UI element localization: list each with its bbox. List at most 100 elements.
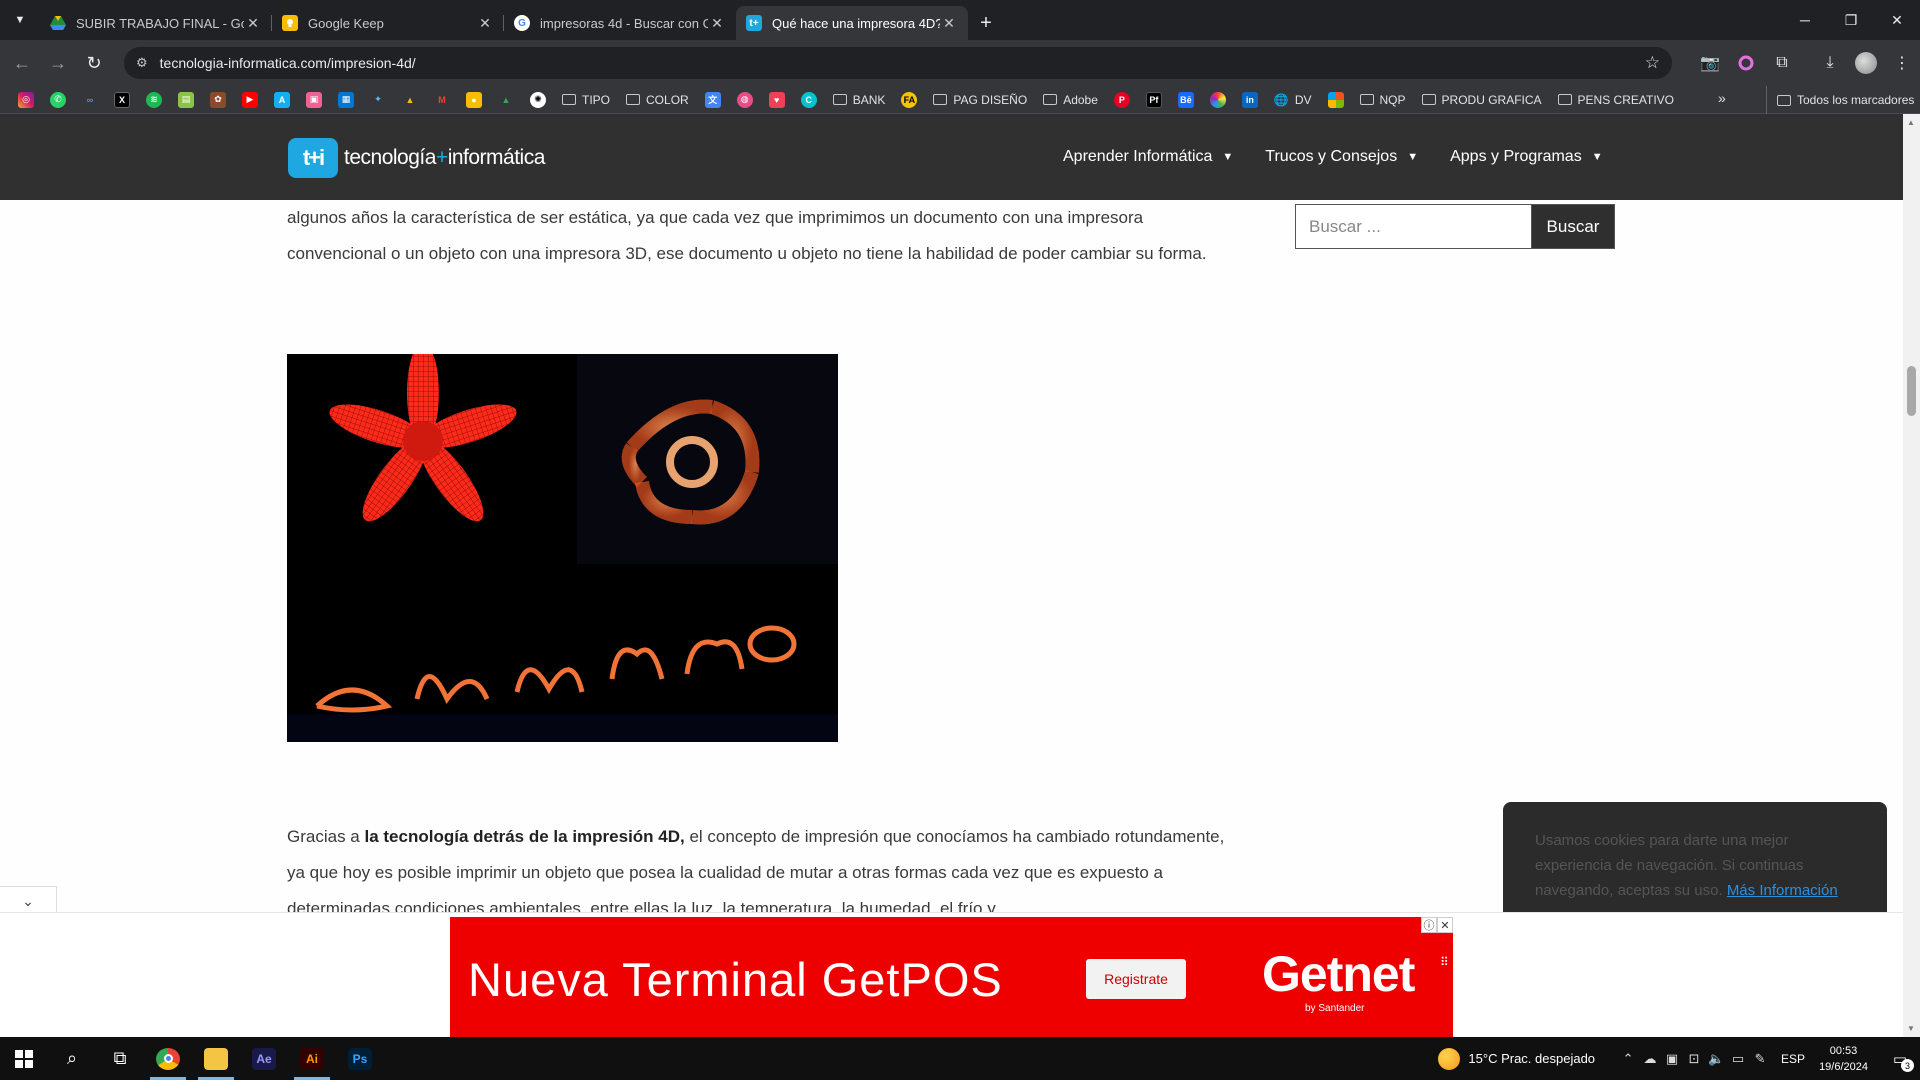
whatsapp-icon[interactable]: ✆ [50, 91, 66, 108]
x-icon[interactable]: X [114, 91, 130, 108]
close-icon[interactable]: ✕ [244, 15, 262, 32]
nav-trucos-y-consejos[interactable]: Trucos y Consejos ▼ [1265, 148, 1418, 166]
cookie-notice: Usamos cookies para darte una mejor expe… [1503, 802, 1887, 917]
gmail-icon[interactable]: M [434, 92, 450, 108]
pen-icon[interactable]: ✎ [1749, 1051, 1771, 1067]
ad-register-button[interactable]: Registrate [1086, 959, 1186, 999]
camera-extension-icon[interactable]: 📷 [1692, 45, 1728, 81]
canva-icon[interactable]: C [800, 91, 817, 108]
color-wheel-icon[interactable] [1209, 91, 1226, 108]
outlook-icon[interactable]: ▦ [338, 91, 354, 108]
taskbar-file-explorer[interactable] [192, 1037, 240, 1080]
bookmarks-overflow-icon[interactable]: » [1718, 90, 1726, 106]
close-icon[interactable]: ✕ [476, 15, 494, 32]
meta-icon[interactable]: ∞ [82, 92, 98, 108]
bookmark-folder-bank[interactable]: BANK [832, 93, 885, 107]
bookmark-folder-produ-grafica[interactable]: PRODU GRAFICA [1421, 93, 1542, 107]
microsoft-icon[interactable] [1327, 91, 1344, 108]
start-button[interactable] [0, 1037, 48, 1080]
network-icon[interactable]: ⊡ [1683, 1051, 1705, 1067]
taskbar-photoshop[interactable]: Ps [336, 1037, 384, 1080]
taskbar-illustrator[interactable]: Ai [288, 1037, 336, 1080]
chatgpt-icon[interactable]: ✺ [530, 91, 546, 108]
tab-search-button[interactable]: ▼ [0, 0, 40, 40]
google-drive-icon[interactable]: ▲ [402, 92, 418, 108]
bookmark-folder-color[interactable]: COLOR [626, 93, 689, 107]
ad-banner-getnet[interactable]: Nueva Terminal GetPOS Registrate Getnet … [450, 917, 1453, 1039]
fa-icon[interactable]: FA [901, 91, 918, 108]
behance-icon[interactable]: Bē [1177, 91, 1194, 108]
speaker-icon[interactable]: 🔈 [1705, 1051, 1727, 1067]
google-keep-icon[interactable]: ● [466, 91, 482, 108]
instagram-icon[interactable]: ◎ [18, 91, 34, 108]
minimize-button[interactable]: ─ [1782, 0, 1828, 40]
reload-button[interactable]: ↻ [76, 45, 112, 81]
tab-google-keep[interactable]: Google Keep ✕ [272, 6, 504, 40]
address-bar[interactable]: ⚙ tecnologia-informatica.com/impresion-4… [124, 47, 1672, 79]
spotify-icon[interactable]: ≋ [146, 91, 162, 108]
google-drive-icon[interactable]: ▲ [498, 92, 514, 108]
close-window-button[interactable]: ✕ [1874, 0, 1920, 40]
profile-avatar[interactable] [1855, 52, 1877, 74]
display-icon[interactable]: ▭ [1727, 1051, 1749, 1067]
pocket-icon[interactable]: ♥ [768, 91, 785, 108]
forward-button[interactable]: → [40, 45, 76, 81]
new-tab-button[interactable]: + [968, 6, 1004, 40]
tab-impresora-4d[interactable]: t+ Qué hace una impresora 4D? | Tecnolog… [736, 6, 968, 40]
notification-center[interactable]: ▭ 3 [1880, 1037, 1920, 1080]
restore-button[interactable]: ❐ [1828, 0, 1874, 40]
bookmark-folder-tipo[interactable]: TIPO [562, 93, 610, 107]
nav-aprender-informatica[interactable]: Aprender Informática ▼ [1063, 148, 1233, 166]
language-indicator[interactable]: ESP [1781, 1052, 1805, 1066]
download-icon[interactable]: ⤓ [1812, 45, 1848, 81]
ad-close-icon[interactable]: ✕ [1437, 917, 1453, 933]
cloud-icon[interactable]: ☁ [1639, 1051, 1661, 1067]
puzzle-extensions-icon[interactable]: ⧉ [1764, 45, 1800, 81]
camera-icon[interactable]: ▣ [1661, 1051, 1683, 1067]
bookmark-star-icon[interactable]: ☆ [1645, 53, 1660, 73]
scrollbar-thumb[interactable] [1907, 366, 1916, 416]
chevron-up-icon[interactable]: ⌃ [1617, 1051, 1639, 1067]
linkedin-icon[interactable]: in [1241, 91, 1258, 108]
task-view-button[interactable]: ⧉ [96, 1037, 144, 1080]
bookmark-folder-pag-diseno[interactable]: PAG DISEÑO [933, 93, 1027, 107]
taskbar-chrome[interactable] [144, 1037, 192, 1080]
site-settings-icon[interactable]: ⚙ [136, 55, 148, 71]
artstation-icon[interactable]: A [274, 91, 290, 108]
search-button[interactable]: Buscar [1531, 204, 1615, 249]
color-extension-icon[interactable] [1728, 45, 1764, 81]
scroll-up-icon[interactable]: ▲ [1907, 118, 1916, 127]
youtube-icon[interactable]: ▶ [242, 91, 258, 108]
web-page: algunos años la característica de ser es… [0, 114, 1903, 917]
sheets-icon[interactable]: ▤ [178, 91, 194, 108]
translate-icon[interactable]: 文 [704, 91, 721, 108]
tab-google-search[interactable]: G impresoras 4d - Buscar con Google ✕ [504, 6, 736, 40]
back-button[interactable]: ← [4, 45, 40, 81]
clock[interactable]: 00:53 19/6/2024 [1819, 1043, 1868, 1075]
nav-apps-y-programas[interactable]: Apps y Programas ▼ [1450, 148, 1603, 166]
search-input[interactable]: Buscar ... [1295, 204, 1531, 249]
close-icon[interactable]: ✕ [940, 15, 958, 32]
dribbble-icon[interactable]: ◍ [736, 91, 753, 108]
page-scrollbar[interactable]: ▲ ▼ [1903, 114, 1920, 1037]
pf-icon[interactable]: Pf [1145, 91, 1162, 108]
bookmark-dv[interactable]: 🌐 DV [1274, 93, 1312, 107]
bookmark-folder-nqp[interactable]: NQP [1359, 93, 1406, 107]
pinterest-board-icon[interactable]: ✿ [210, 91, 226, 108]
ad-info-icon[interactable]: ⓘ [1421, 917, 1437, 933]
search-button[interactable]: ⌕ [48, 1037, 96, 1080]
gallery-icon[interactable]: ▣ [306, 91, 322, 108]
kebab-menu-icon[interactable]: ⋮ [1884, 45, 1920, 81]
cookie-more-info-link[interactable]: Más Información [1727, 882, 1838, 899]
bookmark-folder-adobe[interactable]: Adobe [1043, 93, 1098, 107]
star-tool-icon[interactable]: ✦ [370, 92, 386, 108]
tab-google-drive[interactable]: SUBIR TRABAJO FINAL - Google Drive ✕ [40, 6, 272, 40]
weather-widget[interactable]: 15°C Prac. despejado [1438, 1047, 1595, 1070]
taskbar-after-effects[interactable]: Ae [240, 1037, 288, 1080]
pinterest-icon[interactable]: P [1113, 91, 1130, 108]
bookmark-folder-pens-creativo[interactable]: PENS CREATIVO [1557, 93, 1674, 107]
close-icon[interactable]: ✕ [708, 15, 726, 32]
scroll-down-icon[interactable]: ▼ [1907, 1024, 1916, 1033]
site-logo[interactable]: t+i tecnología+informática [288, 138, 545, 178]
all-bookmarks-button[interactable]: Todos los marcadores [1766, 86, 1914, 114]
